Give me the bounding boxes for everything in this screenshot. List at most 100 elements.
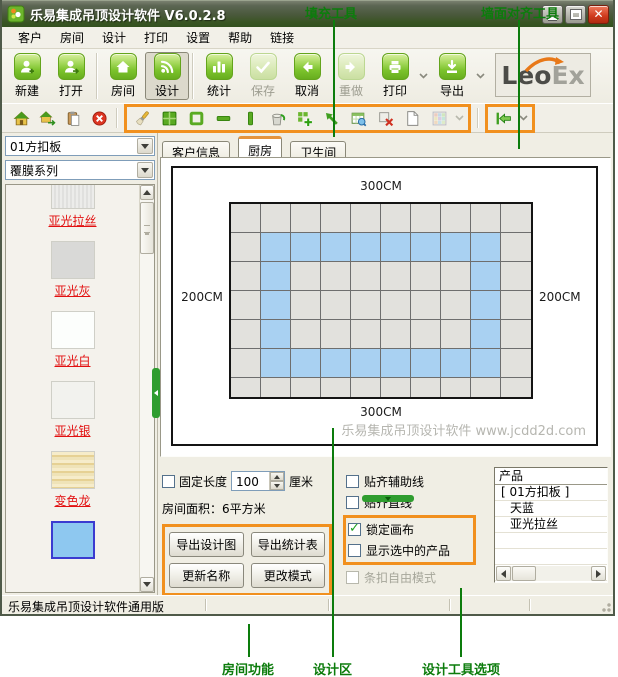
grid-cell[interactable] xyxy=(321,233,351,262)
print-dropdown-chevron[interactable] xyxy=(417,64,430,83)
grid-cell[interactable] xyxy=(411,262,441,291)
grid-cell[interactable] xyxy=(501,204,531,233)
update-name-button[interactable]: 更新名称 xyxy=(169,563,244,588)
grid-cell[interactable] xyxy=(351,262,381,291)
category-dropdown[interactable]: 01方扣板 xyxy=(5,136,155,156)
grid-cell[interactable] xyxy=(471,349,501,378)
open-button[interactable]: 打开 xyxy=(49,52,93,99)
fill-vertical-icon[interactable] xyxy=(239,107,261,129)
product-item[interactable]: 亚光白 xyxy=(6,311,139,381)
option-snap-guides[interactable]: 贴齐辅助线 xyxy=(346,471,496,492)
room-button[interactable]: 房间 xyxy=(101,52,145,99)
grid-cell[interactable] xyxy=(381,233,411,262)
grid-cell[interactable] xyxy=(471,320,501,349)
spin-down-icon[interactable] xyxy=(270,481,284,490)
grid-cell[interactable] xyxy=(321,291,351,320)
grid-cell[interactable] xyxy=(501,378,531,397)
grid-cell[interactable] xyxy=(471,233,501,262)
grid-dropdown-chevron[interactable] xyxy=(455,115,464,121)
redo-button[interactable]: 重做 xyxy=(329,52,373,99)
grid-cell[interactable] xyxy=(231,262,261,291)
paste-icon[interactable] xyxy=(62,107,84,129)
grid-cell[interactable] xyxy=(351,204,381,233)
export-statistics-button[interactable]: 导出统计表 xyxy=(251,532,326,557)
home-icon[interactable] xyxy=(10,107,32,129)
chevron-down-icon[interactable] xyxy=(137,162,153,178)
series-dropdown[interactable]: 覆膜系列 xyxy=(5,160,155,180)
product-row[interactable]: [ 01方扣板 ] xyxy=(495,485,607,501)
home-export-icon[interactable] xyxy=(36,107,58,129)
chevron-down-icon[interactable] xyxy=(137,138,153,154)
menu-item-settings[interactable]: 设置 xyxy=(178,27,218,48)
save-button[interactable]: 保存 xyxy=(241,52,285,99)
print-button[interactable]: 打印 xyxy=(373,52,417,99)
grid-cell[interactable] xyxy=(231,378,261,397)
grid-cell[interactable] xyxy=(261,204,291,233)
option-strip-free-mode[interactable]: 条扣自由模式 xyxy=(346,567,496,588)
menu-item-links[interactable]: 链接 xyxy=(262,27,302,48)
align-dropdown-chevron[interactable] xyxy=(519,115,528,121)
product-row[interactable]: 天蓝 xyxy=(495,501,607,517)
grid-cell[interactable] xyxy=(411,349,441,378)
grid-cell[interactable] xyxy=(291,320,321,349)
grid-cell[interactable] xyxy=(411,378,441,397)
new-button[interactable]: 新建 xyxy=(5,52,49,99)
maximize-button[interactable] xyxy=(565,5,586,24)
option-lock-canvas[interactable]: 锁定画布 xyxy=(348,519,471,540)
grid-cell[interactable] xyxy=(501,233,531,262)
grid-cell[interactable] xyxy=(351,349,381,378)
menu-item-print[interactable]: 打印 xyxy=(136,27,176,48)
grid-cell[interactable] xyxy=(231,233,261,262)
grid-cell[interactable] xyxy=(381,291,411,320)
grid-cell[interactable] xyxy=(411,320,441,349)
select-arrow-icon[interactable] xyxy=(320,107,342,129)
grid-cell[interactable] xyxy=(471,291,501,320)
grid-cell[interactable] xyxy=(261,349,291,378)
scrollbar-thumb[interactable] xyxy=(140,202,154,254)
grid-cell[interactable] xyxy=(381,349,411,378)
grid-cell[interactable] xyxy=(351,378,381,397)
undo-button[interactable]: 取消 xyxy=(285,52,329,99)
grid-cell[interactable] xyxy=(291,349,321,378)
grid-cell[interactable] xyxy=(411,291,441,320)
fill-grid-icon[interactable] xyxy=(158,107,180,129)
grid-cell[interactable] xyxy=(381,262,411,291)
grid-cell[interactable] xyxy=(321,204,351,233)
design-canvas[interactable]: 300CM 200CM 200CM 300CM 乐易集成吊顶设计软件 www.j… xyxy=(160,157,611,457)
grid-cell[interactable] xyxy=(231,291,261,320)
grid-cell[interactable] xyxy=(291,262,321,291)
new-page-icon[interactable] xyxy=(401,107,423,129)
grid-cell[interactable] xyxy=(351,320,381,349)
grid-cell[interactable] xyxy=(261,233,291,262)
grid-cell[interactable] xyxy=(471,204,501,233)
grid-cell[interactable] xyxy=(411,233,441,262)
grid-cell[interactable] xyxy=(261,378,291,397)
close-button[interactable]: ✕ xyxy=(588,5,609,24)
scroll-right-icon[interactable] xyxy=(591,566,606,581)
grid-cell[interactable] xyxy=(441,291,471,320)
brush-icon[interactable] xyxy=(131,107,153,129)
grid-cell[interactable] xyxy=(471,378,501,397)
menu-item-room[interactable]: 房间 xyxy=(52,27,92,48)
product-item[interactable]: 变色龙 xyxy=(6,451,139,521)
scroll-left-icon[interactable] xyxy=(496,566,511,581)
grid-cell[interactable] xyxy=(231,320,261,349)
canvas-splitter-handle[interactable] xyxy=(362,495,414,502)
grid-cell[interactable] xyxy=(501,320,531,349)
menu-item-help[interactable]: 帮助 xyxy=(220,27,260,48)
export-dropdown-chevron[interactable] xyxy=(474,64,487,83)
grid-cell[interactable] xyxy=(441,320,471,349)
product-item[interactable]: 亚光灰 xyxy=(6,241,139,311)
grid-cell[interactable] xyxy=(321,262,351,291)
grid-cell[interactable] xyxy=(231,349,261,378)
wall-align-left-icon[interactable] xyxy=(492,107,514,129)
length-input[interactable]: 100 xyxy=(231,471,285,491)
statistics-table-icon[interactable] xyxy=(347,107,369,129)
paint-bucket-icon[interactable] xyxy=(266,107,288,129)
spin-up-icon[interactable] xyxy=(270,472,284,481)
grid-cell[interactable] xyxy=(381,204,411,233)
option-show-selected-products[interactable]: 显示选中的产品 xyxy=(348,540,471,561)
grid-cell[interactable] xyxy=(441,204,471,233)
grid-cell[interactable] xyxy=(441,378,471,397)
product-grid-icon[interactable] xyxy=(428,107,450,129)
